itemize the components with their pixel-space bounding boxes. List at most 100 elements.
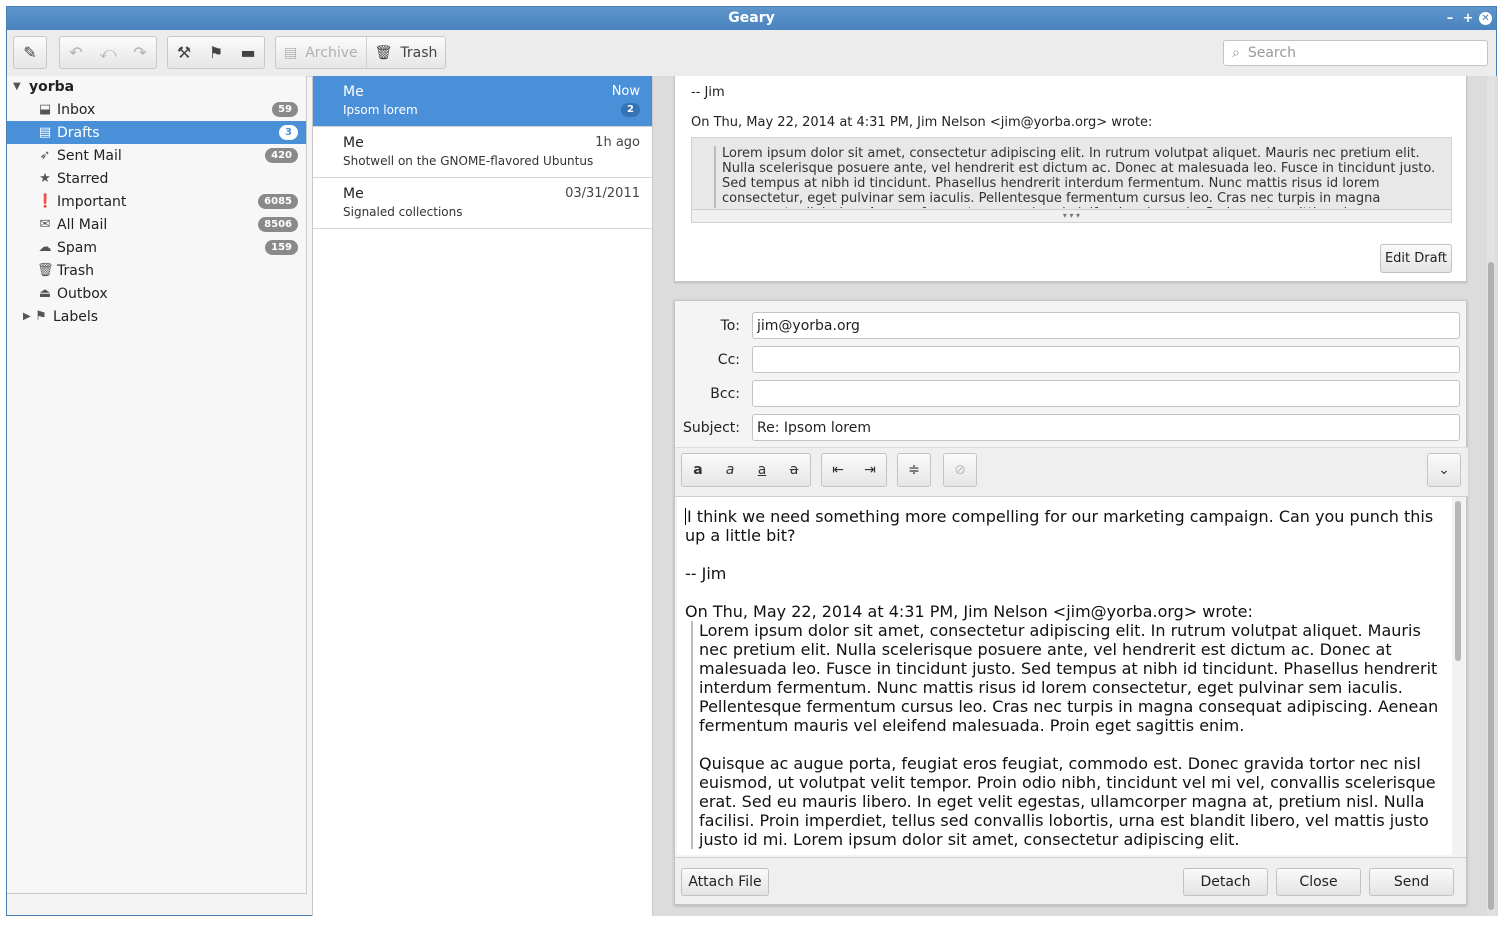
- conversation-viewer: -- Jim On Thu, May 22, 2014 at 4:31 PM, …: [653, 76, 1498, 916]
- body-text: I think we need something more compellin…: [685, 507, 1434, 545]
- message-subject: Shotwell on the GNOME-flavored Ubuntus: [343, 154, 594, 168]
- trash-icon: 🗑: [37, 263, 54, 278]
- tag-icon[interactable]: ⚑: [200, 37, 232, 68]
- strikethrough-icon[interactable]: a: [778, 454, 810, 486]
- preview-attribution: On Thu, May 22, 2014 at 4:31 PM, Jim Nel…: [691, 115, 1153, 130]
- sent-icon: ➶: [39, 148, 51, 163]
- archive-button[interactable]: ▤ Archive: [276, 37, 366, 68]
- expand-arrow-icon[interactable]: ▶: [23, 311, 33, 322]
- trash-button[interactable]: 🗑 Trash: [367, 37, 446, 68]
- unread-badge: 420: [265, 148, 298, 163]
- conversation-count: 2: [621, 103, 640, 117]
- cc-field[interactable]: [752, 346, 1460, 373]
- remove-format-group: ⊘: [943, 453, 977, 487]
- search-input[interactable]: [1245, 44, 1470, 62]
- spam-icon: ☁: [38, 240, 52, 255]
- maximize-icon[interactable]: +: [1461, 11, 1475, 26]
- bold-icon[interactable]: a: [682, 454, 714, 486]
- sidebar-item-outbox[interactable]: ⏏ Outbox: [7, 282, 306, 305]
- sidebar-item-all-mail[interactable]: ✉ All Mail 8506: [7, 213, 306, 236]
- text-cursor: [685, 508, 686, 525]
- sidebar-item-spam[interactable]: ☁ Spam 159: [7, 236, 306, 259]
- sidebar-item-sent-mail[interactable]: ➶ Sent Mail 420: [7, 144, 306, 167]
- message-date: Now: [611, 84, 640, 99]
- list-item[interactable]: Me Now Ipsom lorem 2: [313, 76, 652, 127]
- sidebar-item-trash[interactable]: 🗑 Trash: [7, 259, 306, 282]
- sidebar-item-drafts[interactable]: ▤ Drafts 3: [7, 121, 306, 144]
- subject-field[interactable]: [752, 414, 1460, 441]
- attach-file-button[interactable]: Attach File: [681, 868, 769, 896]
- message-list: Me Now Ipsom lorem 2 Me 1h ago Shotwell …: [312, 76, 653, 916]
- compose-group: ✎: [13, 36, 47, 69]
- account-row[interactable]: ▼ yorba: [7, 76, 306, 98]
- editor-scrollbar[interactable]: [1452, 497, 1464, 855]
- archive-label: Archive: [305, 44, 358, 61]
- body-quote-paragraph: Quisque ac augue porta, feugiat eros feu…: [699, 754, 1436, 849]
- account-name: yorba: [29, 79, 75, 95]
- reply-all-icon[interactable]: ⤺: [92, 37, 124, 68]
- body-attribution: On Thu, May 22, 2014 at 4:31 PM, Jim Nel…: [685, 602, 1253, 621]
- send-button[interactable]: Send: [1369, 868, 1454, 896]
- folder-label: Starred: [57, 170, 109, 187]
- folder-label: Labels: [53, 308, 99, 325]
- compose-icon[interactable]: ✎: [14, 37, 46, 68]
- folder-label: All Mail: [57, 216, 108, 233]
- bcc-row: Bcc:: [675, 380, 1468, 408]
- to-row: To:: [675, 312, 1468, 340]
- reply-icon[interactable]: ↶: [60, 37, 92, 68]
- underline-icon[interactable]: a: [746, 454, 778, 486]
- chevron-down-icon[interactable]: ⌄: [1428, 454, 1460, 486]
- sidebar-item-inbox[interactable]: ⬓ Inbox 59: [7, 98, 306, 121]
- close-composer-button[interactable]: Close: [1276, 868, 1361, 896]
- labels-icon: ⚑: [35, 309, 47, 324]
- folder-label: Drafts: [57, 124, 100, 141]
- folder-sidebar: ▼ yorba ⬓ Inbox 59 ▤ Drafts 3 ➶ Sent Mai…: [7, 76, 307, 894]
- inbox-icon: ⬓: [38, 102, 52, 117]
- body-signature: -- Jim: [685, 564, 727, 583]
- expand-arrow-icon[interactable]: ▼: [13, 76, 23, 98]
- trash-label: Trash: [400, 44, 438, 61]
- folder-label: Inbox: [57, 101, 96, 118]
- edit-draft-button[interactable]: Edit Draft: [1380, 244, 1452, 273]
- message-subject: Signaled collections: [343, 205, 463, 219]
- indent-less-icon[interactable]: ⇤: [822, 454, 854, 486]
- forward-icon[interactable]: ↷: [124, 37, 156, 68]
- detach-button[interactable]: Detach: [1183, 868, 1268, 896]
- message-body-editor[interactable]: I think we need something more compellin…: [677, 497, 1452, 855]
- geary-window: Geary – + ✕ ✎ ↶ ⤺ ↷ ⚒ ⚑ ▬ ▤ Archive 🗑 Tr…: [6, 6, 1498, 916]
- minimize-icon[interactable]: –: [1443, 11, 1457, 26]
- bcc-label: Bcc:: [710, 386, 740, 402]
- italic-icon[interactable]: a: [714, 454, 746, 486]
- list-item[interactable]: Me 03/31/2011 Signaled collections: [313, 178, 652, 229]
- message-sender: Me: [343, 84, 364, 100]
- text-style-group: a a a a: [681, 453, 811, 487]
- search-icon: ⌕: [1232, 45, 1240, 61]
- conversation-scrollbar[interactable]: [1487, 76, 1495, 916]
- sidebar-item-labels[interactable]: ▶ ⚑ Labels: [7, 305, 306, 328]
- font-size-icon[interactable]: ≑: [898, 454, 930, 486]
- to-label: To:: [720, 318, 740, 334]
- sidebar-item-important[interactable]: ❗ Important 6085: [7, 190, 306, 213]
- to-field[interactable]: [752, 312, 1460, 339]
- move-folder-icon[interactable]: ▬: [232, 37, 264, 68]
- window-title: Geary: [728, 10, 775, 26]
- unread-badge: 8506: [258, 217, 298, 232]
- title-bar: Geary – + ✕: [7, 7, 1496, 30]
- subject-label: Subject:: [682, 420, 740, 436]
- search-box: ⌕: [1223, 40, 1488, 66]
- bcc-field[interactable]: [752, 380, 1460, 407]
- indent-group: ⇤ ⇥: [821, 453, 887, 487]
- list-item[interactable]: Me 1h ago Shotwell on the GNOME-flavored…: [313, 127, 652, 178]
- body-quote-paragraph: Lorem ipsum dolor sit amet, consectetur …: [699, 621, 1439, 735]
- remove-format-icon[interactable]: ⊘: [944, 454, 976, 486]
- preview-signature: -- Jim: [691, 85, 725, 100]
- mark-icon[interactable]: ⚒: [168, 37, 200, 68]
- all-mail-icon: ✉: [39, 217, 51, 232]
- close-window-icon[interactable]: ✕: [1479, 12, 1492, 25]
- body-quote: Lorem ipsum dolor sit amet, consectetur …: [691, 621, 1452, 849]
- expand-quote-toggle[interactable]: ▾ ▾ ▾: [692, 209, 1451, 222]
- sidebar-item-starred[interactable]: ★ Starred: [7, 167, 306, 190]
- important-icon: ❗: [37, 194, 54, 209]
- indent-more-icon[interactable]: ⇥: [854, 454, 886, 486]
- quoted-text-block: Lorem ipsum dolor sit amet, consectetur …: [691, 137, 1452, 223]
